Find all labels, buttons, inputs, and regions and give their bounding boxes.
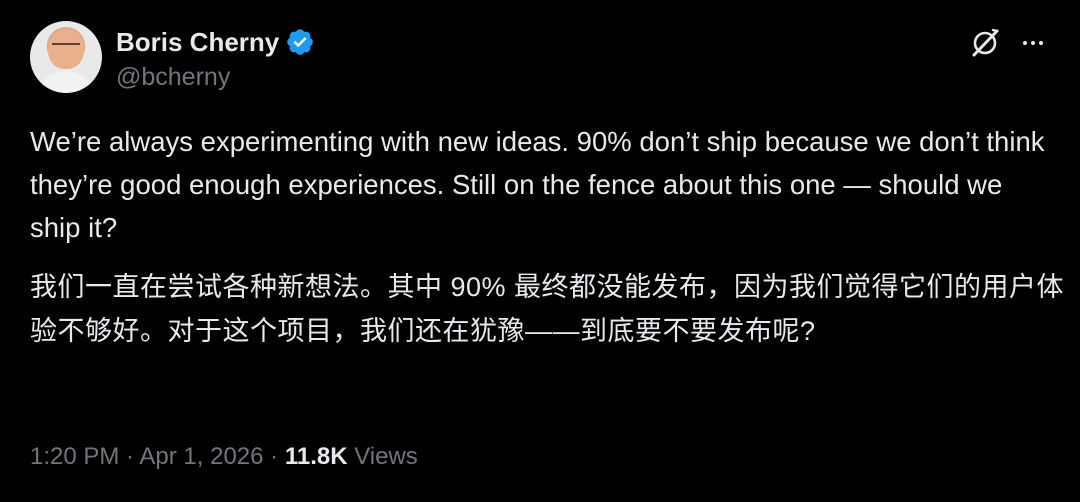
views-count[interactable]: 11.8K: [285, 443, 348, 470]
author-handle[interactable]: @bcherny: [116, 61, 230, 93]
tweet-time[interactable]: 1:20 PM: [30, 443, 119, 470]
more-dot: [1039, 41, 1043, 45]
more-dot: [1023, 41, 1027, 45]
tweet-card: Boris Cherny @bcherny We’re always exper…: [0, 0, 1080, 502]
meta-separator: ·: [263, 443, 285, 470]
more-icon[interactable]: [1016, 26, 1050, 60]
tweet-text-english: We’re always experimenting with new idea…: [30, 126, 1045, 243]
author-display-name[interactable]: Boris Cherny: [116, 26, 279, 58]
views-label: Views: [347, 443, 418, 470]
avatar-glasses: [52, 43, 80, 51]
verified-badge-icon[interactable]: [285, 27, 315, 57]
tweet-text-chinese: 我们一直在尝试各种新想法。其中 90% 最终都没能发布，因为我们觉得它们的用户体…: [30, 272, 1065, 346]
author-name-row: Boris Cherny: [116, 26, 315, 58]
grok-icon[interactable]: [968, 26, 1002, 60]
avatar[interactable]: [30, 21, 102, 93]
tweet-date[interactable]: Apr 1, 2026: [139, 443, 263, 470]
meta-separator: ·: [119, 443, 140, 470]
tweet-meta: 1:20 PM · Apr 1, 2026 · 11.8K Views: [30, 441, 418, 473]
more-dot: [1031, 41, 1035, 45]
avatar-shirt: [36, 71, 96, 93]
